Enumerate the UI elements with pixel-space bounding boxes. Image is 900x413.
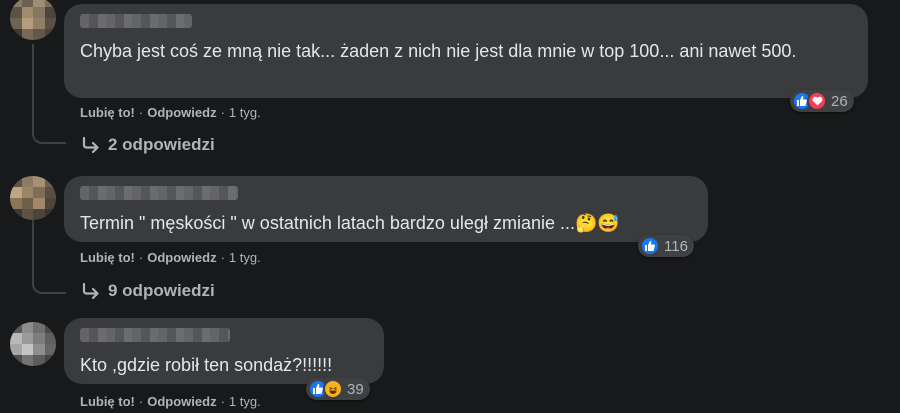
timestamp[interactable]: 1 tyg. xyxy=(229,250,261,265)
comment-actions: Lubię to! · Odpowiedz · 1 tyg. xyxy=(80,250,261,265)
thread-line xyxy=(32,220,66,294)
comment-bubble: Chyba jest coś ze mną nie tak... żaden z… xyxy=(64,4,868,98)
reaction-count: 116 xyxy=(664,237,688,255)
reply-link[interactable]: Odpowiedz xyxy=(147,250,216,265)
like-link[interactable]: Lubię to! xyxy=(80,250,135,265)
author-name[interactable] xyxy=(80,186,238,200)
comment-text: Kto ,gdzie robił ten sondaż?!!!!!! xyxy=(80,355,333,375)
comment-bubble: Kto ,gdzie robił ten sondaż?!!!!!! xyxy=(64,318,384,384)
haha-reaction-icon xyxy=(323,379,343,399)
comment-text: Chyba jest coś ze mną nie tak... żaden z… xyxy=(80,41,797,61)
timestamp[interactable]: 1 tyg. xyxy=(229,105,261,120)
like-link[interactable]: Lubię to! xyxy=(80,394,135,409)
reply-arrow-icon xyxy=(82,137,99,153)
comment-actions: Lubię to! · Odpowiedz · 1 tyg. xyxy=(80,394,261,409)
view-replies-button[interactable]: 2 odpowiedzi xyxy=(82,135,215,155)
reply-arrow-icon xyxy=(82,283,99,299)
comment-text: Termin " męskości " w ostatnich latach b… xyxy=(80,213,620,233)
reply-link[interactable]: Odpowiedz xyxy=(147,394,216,409)
reaction-count: 26 xyxy=(831,92,848,110)
comment-bubble: Termin " męskości " w ostatnich latach b… xyxy=(64,176,708,242)
avatar[interactable] xyxy=(10,322,56,366)
comment-actions: Lubię to! · Odpowiedz · 1 tyg. xyxy=(80,105,261,120)
avatar[interactable] xyxy=(10,0,56,40)
thread-line xyxy=(32,44,66,144)
like-reaction-icon xyxy=(640,236,660,256)
reactions-summary[interactable]: 26 xyxy=(790,90,854,112)
author-name[interactable] xyxy=(80,14,192,28)
reactions-summary[interactable]: 39 xyxy=(306,378,370,400)
love-reaction-icon xyxy=(807,91,827,111)
replies-count: 9 odpowiedzi xyxy=(108,281,215,300)
replies-count: 2 odpowiedzi xyxy=(108,135,215,154)
reaction-count: 39 xyxy=(347,380,364,398)
view-replies-button[interactable]: 9 odpowiedzi xyxy=(82,281,215,301)
reactions-summary[interactable]: 116 xyxy=(638,235,694,257)
reply-link[interactable]: Odpowiedz xyxy=(147,105,216,120)
timestamp[interactable]: 1 tyg. xyxy=(229,394,261,409)
avatar[interactable] xyxy=(10,176,56,220)
like-link[interactable]: Lubię to! xyxy=(80,105,135,120)
author-name[interactable] xyxy=(80,328,230,342)
